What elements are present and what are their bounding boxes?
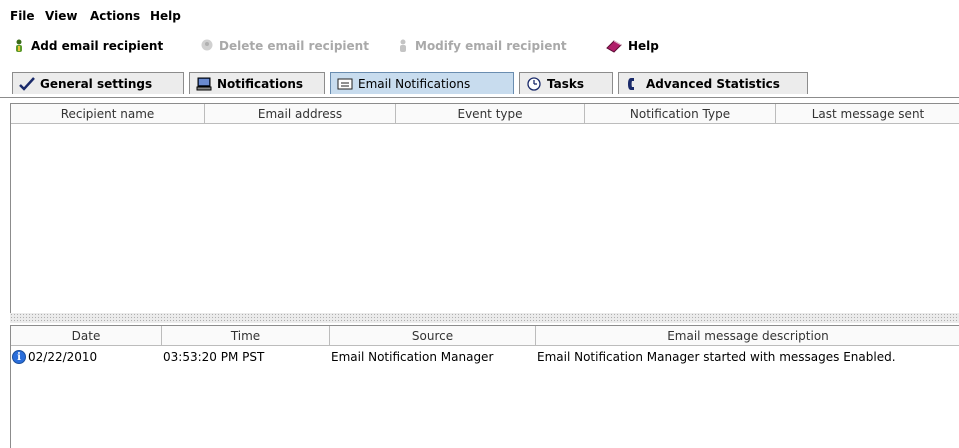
column-header-notification-type-label: Notification Type — [629, 106, 731, 121]
menu-view-label: View — [45, 9, 78, 23]
menu-view[interactable]: View — [45, 9, 77, 23]
menu-file[interactable]: File — [10, 9, 35, 23]
tab-email-notifications[interactable]: Email Notifications — [330, 72, 514, 94]
column-header-time[interactable]: Time — [162, 326, 330, 346]
modify-email-recipient-label: Modify email recipient — [415, 39, 567, 53]
delete-email-recipient-button[interactable]: Delete email recipient — [200, 39, 369, 53]
delete-person-icon — [200, 39, 214, 53]
log-source: Email Notification Manager — [331, 350, 494, 364]
tab-general-settings[interactable]: General settings — [12, 72, 184, 94]
tab-notifications[interactable]: Notifications — [189, 72, 325, 94]
menu-file-label: File — [10, 9, 35, 23]
menu-actions-label: Actions — [90, 9, 141, 23]
column-header-recipient-name[interactable]: Recipient name — [11, 104, 205, 124]
column-header-event-type-label: Event type — [457, 106, 523, 121]
log-description: Email Notification Manager started with … — [537, 350, 896, 364]
log-source-cell: Email Notification Manager — [331, 348, 493, 366]
tab-notifications-label: Notifications — [217, 76, 304, 91]
column-header-source[interactable]: Source — [330, 326, 536, 346]
menu-help[interactable]: Help — [150, 9, 181, 23]
column-header-recipient-name-label: Recipient name — [60, 106, 155, 121]
column-header-last-message-sent[interactable]: Last message sent — [776, 104, 959, 124]
computer-icon — [196, 77, 212, 91]
clock-icon — [526, 76, 542, 91]
column-header-date-label: Date — [71, 328, 101, 343]
log-time: 03:53:20 PM PST — [163, 350, 265, 364]
delete-email-recipient-label: Delete email recipient — [219, 39, 369, 53]
tab-email-notifications-label: Email Notifications — [358, 76, 471, 91]
tab-tasks-label: Tasks — [547, 76, 585, 91]
tab-bar: General settings Notifications Email Not… — [0, 68, 959, 98]
column-header-email-message-description[interactable]: Email message description — [536, 326, 959, 346]
menu-actions[interactable]: Actions — [90, 9, 140, 23]
log-date: 02/22/2010 — [28, 350, 98, 364]
menu-help-label: Help — [150, 9, 181, 23]
tab-advanced-statistics-label: Advanced Statistics — [646, 76, 780, 91]
recipients-table[interactable]: Recipient name Email address Event type … — [10, 103, 959, 313]
tab-general-settings-label: General settings — [40, 76, 153, 91]
menu-bar: File View Actions Help — [0, 0, 959, 30]
toolbar: Add email recipient Delete email recipie… — [0, 30, 959, 60]
info-icon: i — [12, 350, 26, 364]
modify-person-icon — [396, 39, 410, 53]
column-header-event-type[interactable]: Event type — [396, 104, 585, 124]
help-button[interactable]: Help — [605, 39, 659, 53]
tab-advanced-statistics[interactable]: Advanced Statistics — [618, 72, 808, 94]
column-header-source-label: Source — [411, 328, 454, 343]
tab-tasks[interactable]: Tasks — [519, 72, 613, 94]
check-icon — [19, 76, 35, 91]
add-person-icon — [12, 39, 26, 53]
add-email-recipient-label: Add email recipient — [31, 39, 164, 53]
column-header-date[interactable]: Date — [11, 326, 162, 346]
log-description-cell: Email Notification Manager started with … — [537, 348, 896, 366]
log-date-cell: i 02/22/2010 — [12, 348, 97, 366]
add-email-recipient-button[interactable]: Add email recipient — [12, 39, 163, 53]
column-header-email-address-label: Email address — [257, 106, 343, 121]
split-pane-divider[interactable] — [10, 313, 959, 323]
help-label: Help — [628, 39, 659, 53]
column-header-notification-type[interactable]: Notification Type — [585, 104, 776, 124]
column-header-last-message-sent-label: Last message sent — [811, 106, 925, 121]
log-time-cell: 03:53:20 PM PST — [163, 348, 264, 366]
column-header-time-label: Time — [230, 328, 261, 343]
modify-email-recipient-button[interactable]: Modify email recipient — [396, 39, 567, 53]
phone-icon — [625, 77, 641, 91]
log-table[interactable]: Date Time Source Email message descripti… — [10, 325, 959, 448]
email-icon — [337, 77, 353, 91]
tab-divider — [0, 97, 959, 98]
help-book-icon — [605, 39, 623, 53]
column-header-email-message-description-label: Email message description — [667, 328, 829, 343]
column-header-email-address[interactable]: Email address — [205, 104, 396, 124]
